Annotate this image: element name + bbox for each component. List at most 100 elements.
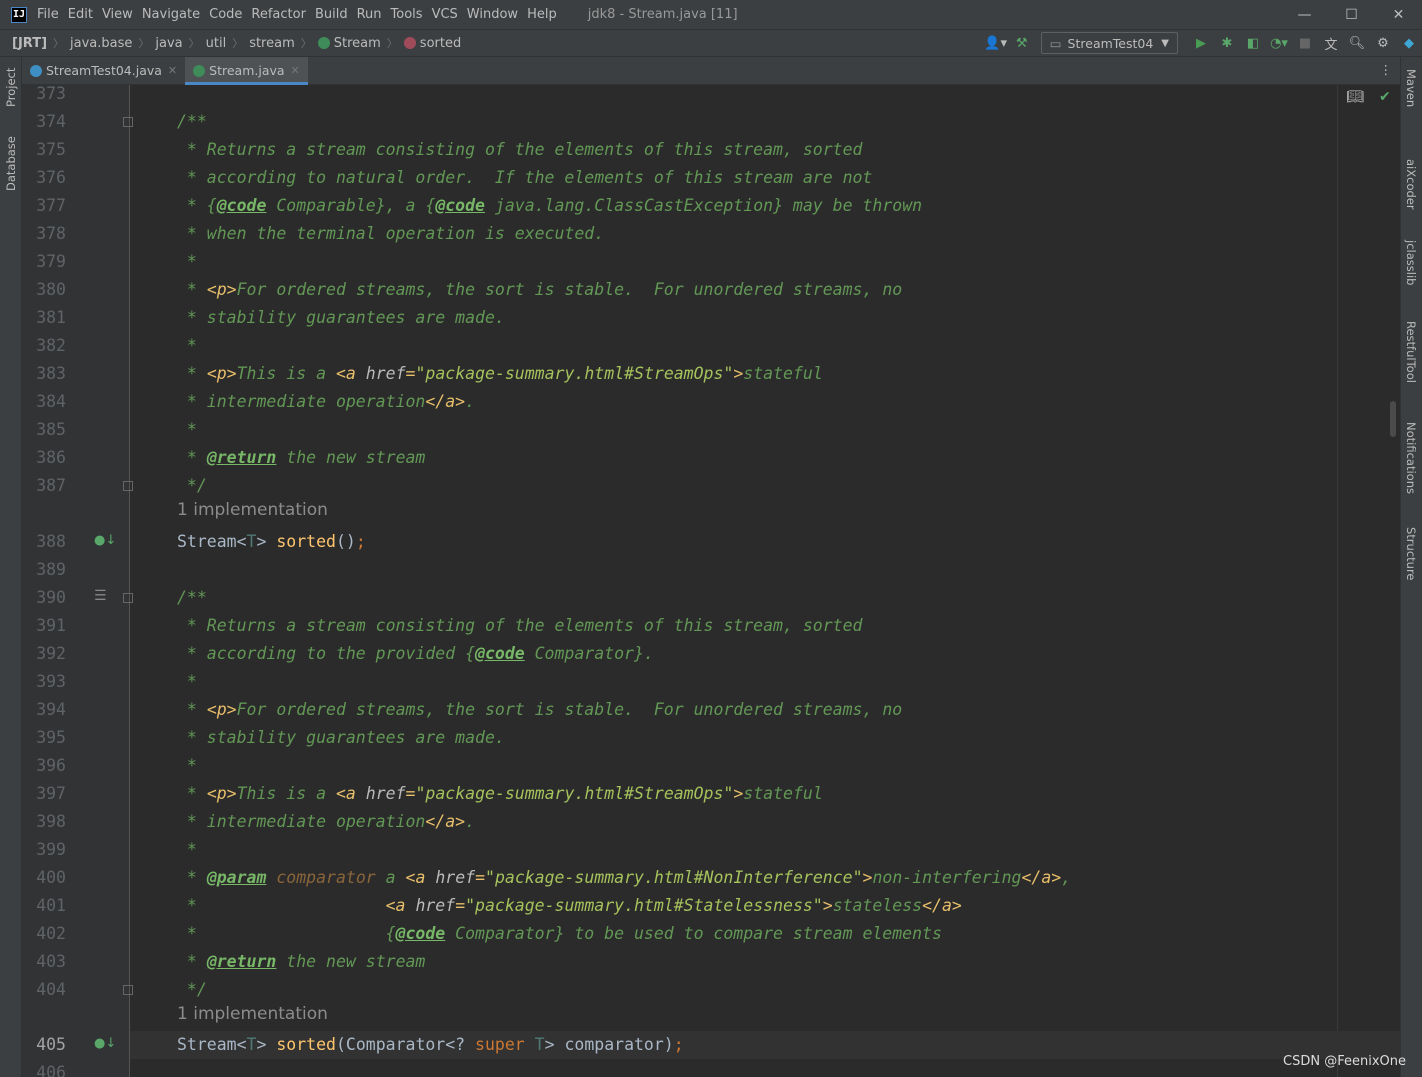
- menu-build[interactable]: Build: [315, 7, 348, 22]
- menu-help[interactable]: Help: [527, 7, 557, 22]
- chevron-right-icon: 〉: [300, 37, 312, 50]
- code-line: 405 Stream<T> sorted(Comparator<? super T…: [22, 1031, 1400, 1059]
- left-tool-strip: Project Database: [0, 57, 22, 1077]
- coverage-icon[interactable]: ◧: [1240, 30, 1266, 56]
- line-number: 387: [36, 476, 66, 495]
- code-text: * intermediate operation</a>.: [177, 812, 476, 831]
- code-line: 382 *: [22, 332, 1400, 360]
- code-line: 394 * <p>For ordered streams, the sort i…: [22, 696, 1400, 724]
- code-text: * <p>This is a <a href="package-summary.…: [177, 784, 823, 803]
- line-number: 405: [36, 1035, 66, 1054]
- code-line: 373: [22, 85, 1400, 108]
- aixcoder-tool-button[interactable]: aiXcoder: [1404, 159, 1418, 210]
- line-number: 391: [36, 616, 66, 635]
- search-icon[interactable]: 🔍︎: [1344, 30, 1370, 56]
- code-text: * @return the new stream: [177, 952, 426, 971]
- database-tool-button[interactable]: Database: [4, 136, 18, 191]
- code-line: 396 *: [22, 752, 1400, 780]
- breadcrumb-java-base[interactable]: java.base: [70, 36, 132, 51]
- breadcrumb-java[interactable]: java: [155, 36, 182, 51]
- code-line: 378 * when the terminal operation is exe…: [22, 220, 1400, 248]
- run-configuration-select[interactable]: ▭ StreamTest04 ▼: [1040, 32, 1178, 54]
- translate-icon[interactable]: 文: [1318, 30, 1344, 56]
- menu-navigate[interactable]: Navigate: [142, 7, 200, 22]
- plugin-logo-icon[interactable]: ◆: [1396, 30, 1422, 56]
- code-text: * Returns a stream consisting of the ele…: [177, 616, 863, 635]
- implementations-inlay-link[interactable]: 1 implementation: [177, 1004, 328, 1024]
- menu-code[interactable]: Code: [209, 7, 242, 22]
- structure-tool-button[interactable]: Structure: [1404, 527, 1418, 581]
- window-controls: — ☐ ✕: [1281, 0, 1422, 29]
- code-editor[interactable]: 📖︎ ✔ 373 374/** 375 * Returns a stream c…: [22, 85, 1400, 1077]
- stop-icon[interactable]: ■: [1292, 30, 1318, 56]
- tab-stream-java[interactable]: Stream.java ✕: [185, 57, 308, 85]
- jclasslib-tool-button[interactable]: jclasslib: [1404, 240, 1418, 285]
- run-icon[interactable]: ▶: [1188, 30, 1214, 56]
- code-text: * @return the new stream: [177, 448, 426, 467]
- window-title: jdk8 - Stream.java [11]: [587, 7, 738, 22]
- navigation-bar: [JRT] 〉 java.base 〉 java 〉 util 〉 stream 〉 St…: [0, 29, 1422, 57]
- close-window-button[interactable]: ✕: [1375, 0, 1422, 29]
- menu-tools[interactable]: Tools: [391, 7, 423, 22]
- user-icon[interactable]: 👤▾: [983, 30, 1009, 56]
- breadcrumb-stream-interface[interactable]: Stream: [334, 36, 381, 51]
- code-line: 385 *: [22, 416, 1400, 444]
- profiler-icon[interactable]: ◔▾: [1266, 30, 1292, 56]
- code-text: Stream<T> sorted();: [177, 532, 366, 551]
- line-number: 383: [36, 364, 66, 383]
- line-number: 386: [36, 448, 66, 467]
- build-hammer-icon[interactable]: ⚒: [1009, 30, 1035, 56]
- code-line: 388 Stream<T> sorted();: [22, 528, 1400, 556]
- close-icon[interactable]: ✕: [168, 64, 177, 77]
- settings-gear-icon[interactable]: ⚙: [1370, 30, 1396, 56]
- menu-run[interactable]: Run: [357, 7, 382, 22]
- tab-streamtest04[interactable]: StreamTest04.java ✕: [22, 57, 185, 84]
- main-menu: File Edit View Navigate Code Refactor Bu…: [37, 7, 566, 22]
- code-text: *: [177, 252, 197, 271]
- tabs-menu-icon[interactable]: ⋮: [1380, 62, 1393, 77]
- code-text: *: [177, 756, 197, 775]
- code-line: 400 * @param comparator a <a href="packa…: [22, 864, 1400, 892]
- menu-view[interactable]: View: [102, 7, 133, 22]
- implementations-inlay-link[interactable]: 1 implementation: [177, 500, 328, 520]
- code-text: *: [177, 672, 197, 691]
- notifications-tool-button[interactable]: Notifications: [1404, 422, 1418, 494]
- line-number: 381: [36, 308, 66, 327]
- project-tool-button[interactable]: Project: [4, 68, 18, 107]
- menu-edit[interactable]: Edit: [68, 7, 93, 22]
- menu-refactor[interactable]: Refactor: [251, 7, 306, 22]
- code-line: 390 /**: [22, 584, 1400, 612]
- breadcrumb-jrt[interactable]: [JRT]: [12, 36, 47, 51]
- maven-tool-button[interactable]: Maven: [1404, 69, 1418, 107]
- code-line: 398 * intermediate operation</a>.: [22, 808, 1400, 836]
- code-line: 406: [22, 1059, 1400, 1077]
- fold-collapse-icon[interactable]: [123, 117, 133, 127]
- menu-window[interactable]: Window: [467, 7, 518, 22]
- menu-file[interactable]: File: [37, 7, 59, 22]
- code-text: * intermediate operation</a>.: [177, 392, 476, 411]
- fold-end-icon[interactable]: [123, 985, 133, 995]
- tab-label: Stream.java: [209, 63, 285, 78]
- implemented-method-icon[interactable]: ●↓: [94, 533, 116, 548]
- menu-vcs[interactable]: VCS: [432, 7, 458, 22]
- breadcrumb-stream-package[interactable]: stream: [249, 36, 295, 51]
- debug-icon[interactable]: ✱: [1214, 30, 1240, 56]
- render-doc-icon[interactable]: ☰: [94, 588, 108, 604]
- code-line: 393 *: [22, 668, 1400, 696]
- code-line: 386 * @return the new stream: [22, 444, 1400, 472]
- minimize-button[interactable]: —: [1281, 0, 1328, 29]
- code-text: * <p>For ordered streams, the sort is st…: [177, 280, 903, 299]
- fold-collapse-icon[interactable]: [123, 593, 133, 603]
- fold-end-icon[interactable]: [123, 481, 133, 491]
- line-number: 397: [36, 784, 66, 803]
- restfultool-tool-button[interactable]: RestfulTool: [1404, 321, 1418, 383]
- breadcrumb-sorted-method[interactable]: sorted: [420, 36, 461, 51]
- close-icon[interactable]: ✕: [291, 64, 300, 77]
- line-number: 380: [36, 280, 66, 299]
- breadcrumb-util[interactable]: util: [206, 36, 227, 51]
- maximize-button[interactable]: ☐: [1328, 0, 1375, 29]
- code-line: 395 * stability guarantees are made.: [22, 724, 1400, 752]
- implemented-method-icon[interactable]: ●↓: [94, 1036, 116, 1051]
- code-line: 399 *: [22, 836, 1400, 864]
- code-text: */: [177, 476, 207, 495]
